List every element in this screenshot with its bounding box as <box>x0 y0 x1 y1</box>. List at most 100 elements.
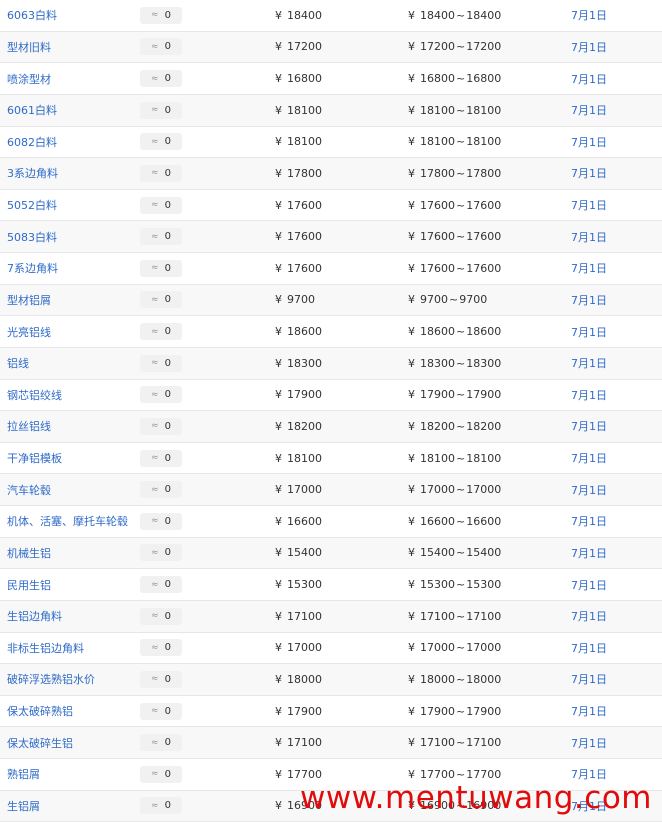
date-link[interactable]: 7月1日 <box>571 601 607 632</box>
date-link[interactable]: 7月1日 <box>571 664 607 695</box>
range-separator: ~ <box>456 166 466 180</box>
flat-trend-icon: ≈ <box>151 136 159 147</box>
product-name-link[interactable]: 5052白料 <box>7 190 57 221</box>
date-link[interactable]: 7月1日 <box>571 791 607 822</box>
product-name-link[interactable]: 生铝屑 <box>7 791 40 822</box>
date-link[interactable]: 7月1日 <box>571 759 607 790</box>
flat-trend-icon: ≈ <box>151 642 159 653</box>
currency-symbol: ¥ <box>408 799 415 813</box>
range-separator: ~ <box>456 419 466 433</box>
date-link[interactable]: 7月1日 <box>571 221 607 252</box>
price-range-cell: ¥18200 ~18200 <box>408 411 501 442</box>
range-low: 17000 <box>420 483 455 497</box>
price-value: 15300 <box>287 578 322 592</box>
product-name-link[interactable]: 拉丝铝线 <box>7 411 51 442</box>
product-name-link[interactable]: 7系边角料 <box>7 253 58 284</box>
date-link[interactable]: 7月1日 <box>571 253 607 284</box>
product-name-link[interactable]: 生铝边角料 <box>7 601 62 632</box>
price-range-cell: ¥18100 ~18100 <box>408 95 501 126</box>
flat-trend-icon: ≈ <box>151 706 159 717</box>
product-name-link[interactable]: 破碎浮选熟铝水价 <box>7 664 95 695</box>
price-cell: ¥17900 <box>275 696 322 727</box>
flat-trend-icon: ≈ <box>151 231 159 242</box>
product-name-link[interactable]: 型材铝屑 <box>7 285 51 316</box>
range-low: 17100 <box>420 609 455 623</box>
currency-symbol: ¥ <box>408 704 415 718</box>
product-name-link[interactable]: 3系边角料 <box>7 158 58 189</box>
table-row: 机械生铝 ≈0 ¥15400 ¥15400 ~15400 7月1日 <box>0 537 662 570</box>
change-value: 0 <box>164 737 171 749</box>
product-name-link[interactable]: 光亮铝线 <box>7 316 51 347</box>
date-link[interactable]: 7月1日 <box>571 95 607 126</box>
table-row: 钢芯铝绞线 ≈0 ¥17900 ¥17900 ~17900 7月1日 <box>0 380 662 412</box>
product-name-link[interactable]: 机械生铝 <box>7 538 51 569</box>
date-link[interactable]: 7月1日 <box>571 411 607 442</box>
range-high: 17600 <box>466 261 502 275</box>
change-value: 0 <box>164 9 171 21</box>
product-name-link[interactable]: 铝线 <box>7 348 29 379</box>
price-cell: ¥16800 <box>275 63 322 94</box>
product-name-link[interactable]: 干净铝模板 <box>7 443 62 474</box>
product-name-link[interactable]: 机体、活塞、摩托车轮毂 <box>7 506 128 537</box>
change-cell: ≈0 <box>140 411 182 442</box>
price-range-cell: ¥17000 ~17000 <box>408 633 501 664</box>
table-row: 7系边角料 ≈0 ¥17600 ¥17600 ~17600 7月1日 <box>0 253 662 285</box>
date-link[interactable]: 7月1日 <box>571 727 607 758</box>
range-separator: ~ <box>456 546 466 560</box>
change-cell: ≈0 <box>140 443 182 474</box>
date-link[interactable]: 7月1日 <box>571 158 607 189</box>
date-link[interactable]: 7月1日 <box>571 32 607 63</box>
price-value: 17600 <box>287 261 322 275</box>
flat-trend-icon: ≈ <box>151 358 159 369</box>
product-name-link[interactable]: 6061白料 <box>7 95 57 126</box>
product-name-link[interactable]: 5083白料 <box>7 221 57 252</box>
product-name-link[interactable]: 型材旧料 <box>7 32 51 63</box>
product-name-link[interactable]: 6063白料 <box>7 0 57 31</box>
currency-symbol: ¥ <box>275 72 282 86</box>
product-name-link[interactable]: 喷涂型材 <box>7 63 51 94</box>
range-high: 9700 <box>459 293 488 307</box>
currency-symbol: ¥ <box>408 578 415 592</box>
product-name-link[interactable]: 6082白料 <box>7 127 57 158</box>
product-name-link[interactable]: 熟铝屑 <box>7 759 40 790</box>
product-name-link[interactable]: 汽车轮毂 <box>7 474 51 505</box>
product-name-link[interactable]: 保太破碎熟铝 <box>7 696 73 727</box>
date-link[interactable]: 7月1日 <box>571 506 607 537</box>
change-badge: ≈0 <box>140 449 182 467</box>
currency-symbol: ¥ <box>275 767 282 781</box>
date-link[interactable]: 7月1日 <box>571 474 607 505</box>
price-cell: ¥16900 <box>275 791 322 822</box>
date-link[interactable]: 7月1日 <box>571 127 607 158</box>
date-link[interactable]: 7月1日 <box>571 633 607 664</box>
price-cell: ¥17200 <box>275 32 322 63</box>
date-link[interactable]: 7月1日 <box>571 63 607 94</box>
change-value: 0 <box>164 515 171 527</box>
date-link[interactable]: 7月1日 <box>571 380 607 411</box>
product-name-link[interactable]: 非标生铝边角料 <box>7 633 84 664</box>
date-link[interactable]: 7月1日 <box>571 443 607 474</box>
range-separator: ~ <box>449 293 459 307</box>
date-link[interactable]: 7月1日 <box>571 696 607 727</box>
range-high: 16800 <box>466 72 502 86</box>
range-separator: ~ <box>456 767 466 781</box>
product-name-link[interactable]: 保太破碎生铝 <box>7 727 73 758</box>
date-link[interactable]: 7月1日 <box>571 316 607 347</box>
date-link[interactable]: 7月1日 <box>571 538 607 569</box>
currency-symbol: ¥ <box>408 356 415 370</box>
date-link[interactable]: 7月1日 <box>571 0 607 31</box>
price-value: 18100 <box>287 103 322 117</box>
date-link[interactable]: 7月1日 <box>571 569 607 600</box>
range-separator: ~ <box>456 483 466 497</box>
product-name-link[interactable]: 民用生铝 <box>7 569 51 600</box>
change-value: 0 <box>164 231 171 243</box>
date-link[interactable]: 7月1日 <box>571 190 607 221</box>
change-badge: ≈0 <box>140 734 182 752</box>
flat-trend-icon: ≈ <box>151 769 159 780</box>
date-link[interactable]: 7月1日 <box>571 285 607 316</box>
product-name-link[interactable]: 钢芯铝绞线 <box>7 380 62 411</box>
date-link[interactable]: 7月1日 <box>571 348 607 379</box>
table-row: 民用生铝 ≈0 ¥15300 ¥15300 ~15300 7月1日 <box>0 569 662 601</box>
change-badge: ≈0 <box>140 6 182 24</box>
table-row: 机体、活塞、摩托车轮毂 ≈0 ¥16600 ¥16600 ~16600 7月1日 <box>0 506 662 538</box>
change-value: 0 <box>164 547 171 559</box>
